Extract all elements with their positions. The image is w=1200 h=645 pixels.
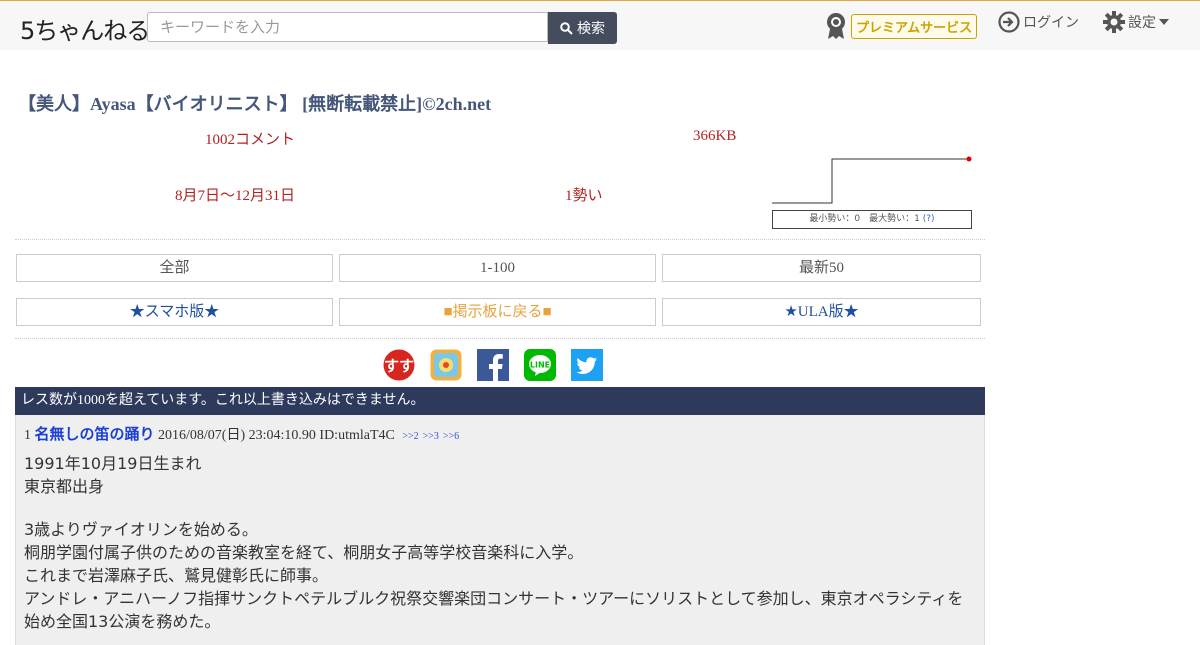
- post-header: 1 名無しの笛の踊り 2016/08/07(日) 23:04:10.90 ID:…: [24, 423, 459, 444]
- post-1: 1 名無しの笛の踊り 2016/08/07(日) 23:04:10.90 ID:…: [15, 415, 985, 645]
- caret-down-icon: [1159, 19, 1169, 25]
- momentum-graph-line: [772, 158, 970, 204]
- smartphone-version-button[interactable]: ★スマホ版★: [16, 298, 333, 326]
- reply-link[interactable]: >>3: [423, 431, 439, 442]
- settings-menu[interactable]: 設定: [1103, 11, 1169, 33]
- app-share-button[interactable]: [430, 349, 462, 381]
- post-author-name[interactable]: 名無しの笛の踊り: [35, 427, 155, 443]
- app-icon: [430, 349, 462, 381]
- premium-service-link[interactable]: プレミアムサービス: [825, 12, 978, 40]
- reply-link[interactable]: >>2: [402, 431, 418, 442]
- ula-version-button[interactable]: ★ULA版★: [662, 298, 981, 326]
- post-body: 1991年10月19日生まれ 東京都出身 3歳よりヴァイオリンを始める。 桐朋学…: [24, 452, 979, 633]
- gear-icon: [1103, 11, 1125, 33]
- login-link[interactable]: ログイン: [998, 11, 1079, 33]
- premium-service-label: プレミアムサービス: [851, 13, 978, 39]
- svg-text:LINE: LINE: [530, 361, 550, 370]
- post-line: アンドレ・アニハーノフ指揮サンクトペテルブルク祝祭交響楽団コンサート・ツアーにソ…: [24, 589, 964, 631]
- twitter-share-button[interactable]: [571, 349, 603, 381]
- reply-link[interactable]: >>6: [443, 431, 459, 442]
- post-line: 3歳よりヴァイオリンを始める。: [24, 520, 258, 539]
- premium-medal-icon: [827, 13, 845, 39]
- facebook-icon: [477, 349, 509, 381]
- twitter-icon: [571, 349, 603, 381]
- site-header: 5ちゃんねる 検索 プレミアムサービス ログイン 設定: [0, 1, 1200, 50]
- latest-50-button[interactable]: 最新50: [662, 254, 981, 282]
- facebook-share-button[interactable]: [477, 349, 509, 381]
- svg-text:すす: すす: [384, 357, 414, 375]
- login-label: ログイン: [1023, 15, 1079, 31]
- all-posts-button[interactable]: 全部: [16, 254, 333, 282]
- search-icon: [560, 21, 573, 35]
- susu-share-button[interactable]: すす: [383, 349, 415, 381]
- thread-period: 8月7日〜12月31日: [175, 188, 296, 204]
- post-line: 東京都出身: [24, 477, 105, 496]
- search-button[interactable]: 検索: [548, 12, 617, 44]
- back-to-board-button[interactable]: ■掲示板に戻る■: [339, 298, 656, 326]
- site-logo[interactable]: 5ちゃんねる: [20, 11, 156, 46]
- comment-count: 1002コメント: [205, 132, 296, 148]
- write-closed-notice: レス数が1000を超えています。これ以上書き込みはできません。: [15, 387, 985, 415]
- momentum-graph-legend-text: 最小勢い：0 最大勢い：1: [809, 214, 920, 224]
- divider: [15, 239, 985, 240]
- thread-title: 【美人】Ayasa【バイオリニスト】 [無断転載禁止]©2ch.net: [18, 94, 492, 114]
- login-icon: [998, 11, 1020, 33]
- logo-text: 5ちゃんねる: [20, 17, 150, 45]
- settings-label: 設定: [1128, 15, 1156, 31]
- search-input[interactable]: [147, 12, 548, 42]
- first-100-button[interactable]: 1-100: [339, 254, 656, 282]
- post-line: これまで岩澤麻子氏、鷲見健彰氏に師事。: [24, 566, 329, 585]
- momentum-help-link[interactable]: (?): [923, 214, 935, 224]
- thread-momentum: 1勢い: [565, 188, 603, 204]
- post-number: 1: [24, 428, 31, 443]
- divider: [15, 338, 985, 339]
- post-line: 桐朋学園付属子供のための音楽教室を経て、桐朋女子高等学校音楽科に入学。: [24, 543, 584, 562]
- search-button-label: 検索: [577, 21, 605, 37]
- line-share-button[interactable]: LINE: [524, 349, 556, 381]
- post-line: 1991年10月19日生まれ: [24, 454, 202, 473]
- line-icon: LINE: [524, 349, 556, 381]
- momentum-graph: [772, 156, 972, 204]
- susu-icon: すす: [383, 349, 415, 381]
- post-date: 2016/08/07(日) 23:04:10.90: [158, 428, 316, 443]
- thread-size: 366KB: [693, 128, 737, 144]
- post-line: [24, 498, 979, 518]
- post-id[interactable]: ID:utmlaT4C: [319, 428, 394, 443]
- momentum-graph-latest-point: [966, 156, 972, 162]
- momentum-graph-legend: 最小勢い：0 最大勢い：1 (?): [772, 210, 972, 229]
